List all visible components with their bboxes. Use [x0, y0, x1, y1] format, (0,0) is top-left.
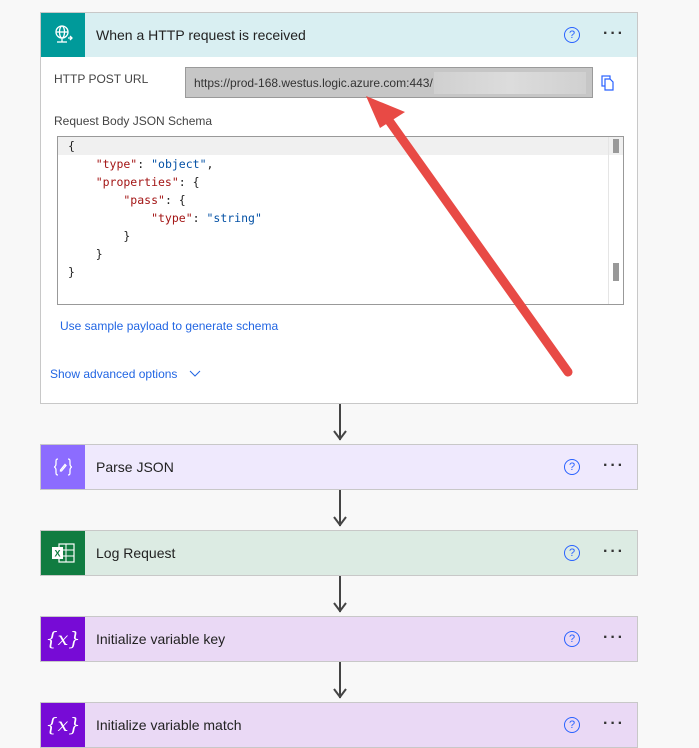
globe-network-icon [41, 13, 85, 57]
arrow-down-icon [333, 516, 347, 527]
show-advanced-options-link[interactable]: Show advanced options [50, 367, 201, 381]
more-options-icon[interactable]: ··· [603, 715, 625, 733]
step-title: Log Request [96, 545, 176, 561]
arrow-down-icon [333, 430, 347, 441]
json-schema-editor[interactable]: { "type": "object", "properties": { "pas… [57, 136, 624, 305]
trigger-header[interactable]: When a HTTP request is received ? ··· [41, 13, 637, 57]
code-line: } [68, 265, 75, 279]
step-log-request[interactable]: X Log Request ? ··· [40, 530, 638, 576]
step-title: Initialize variable key [96, 631, 226, 647]
code-line: "type": "object", [68, 157, 214, 171]
help-icon[interactable]: ? [564, 631, 580, 647]
trigger-title: When a HTTP request is received [96, 27, 306, 43]
scrollbar-thumb[interactable] [613, 263, 619, 281]
scrollbar-thumb[interactable] [613, 139, 619, 153]
sample-payload-link[interactable]: Use sample payload to generate schema [60, 319, 278, 333]
excel-icon: X [41, 531, 85, 575]
copy-icon[interactable] [601, 75, 615, 91]
post-url-label: HTTP POST URL [54, 72, 149, 86]
code-line: "properties": { [68, 175, 200, 189]
help-icon[interactable]: ? [564, 27, 580, 43]
step-initialize-variable-match[interactable]: {x} Initialize variable match ? ··· [40, 702, 638, 748]
help-icon[interactable]: ? [564, 545, 580, 561]
arrow-down-icon [333, 688, 347, 699]
variable-icon: {x} [41, 617, 85, 661]
braces-pencil-icon [41, 445, 85, 489]
code-line: "pass": { [68, 193, 186, 207]
help-icon[interactable]: ? [564, 717, 580, 733]
redacted-url-part [434, 72, 586, 94]
code-line: } [68, 247, 103, 261]
variable-icon: {x} [41, 703, 85, 747]
step-initialize-variable-key[interactable]: {x} Initialize variable key ? ··· [40, 616, 638, 662]
more-options-icon[interactable]: ··· [603, 25, 625, 43]
code-line: { [58, 137, 623, 155]
post-url-field[interactable]: https://prod-168.westus.logic.azure.com:… [185, 67, 593, 98]
editor-scrollbar[interactable] [608, 137, 623, 304]
chevron-down-icon [189, 370, 201, 377]
post-url-value: https://prod-168.westus.logic.azure.com:… [194, 76, 433, 90]
step-title: Initialize variable match [96, 717, 242, 733]
help-icon[interactable]: ? [564, 459, 580, 475]
step-parse-json[interactable]: Parse JSON ? ··· [40, 444, 638, 490]
step-title: Parse JSON [96, 459, 174, 475]
code-line: } [68, 229, 131, 243]
advanced-options-label: Show advanced options [50, 367, 178, 381]
more-options-icon[interactable]: ··· [603, 629, 625, 647]
code-line: "type": "string" [68, 211, 262, 225]
more-options-icon[interactable]: ··· [603, 543, 625, 561]
more-options-icon[interactable]: ··· [603, 457, 625, 475]
schema-label: Request Body JSON Schema [54, 114, 213, 128]
svg-text:X: X [54, 549, 60, 559]
arrow-down-icon [333, 602, 347, 613]
http-trigger-card: When a HTTP request is received ? ··· HT… [40, 12, 638, 404]
